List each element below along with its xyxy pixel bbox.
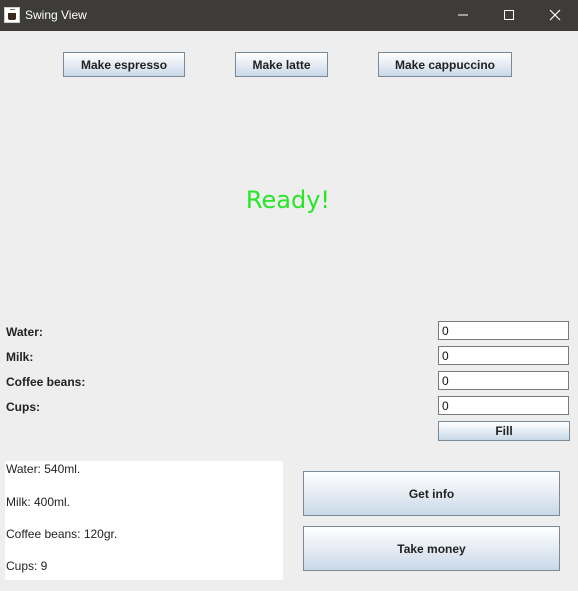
info-milk: Milk: 400ml.: [6, 495, 71, 509]
minimize-icon: [458, 14, 468, 16]
make-latte-button[interactable]: Make latte: [235, 52, 328, 77]
take-money-button[interactable]: Take money: [303, 526, 560, 571]
coffee-app-icon: [4, 7, 20, 23]
make-cappuccino-button[interactable]: Make cappuccino: [378, 52, 512, 77]
info-coffee-beans: Coffee beans: 120gr.: [6, 527, 118, 541]
cups-label: Cups:: [6, 400, 40, 414]
info-water: Water: 540ml.: [6, 462, 81, 476]
window-title: Swing View: [25, 8, 87, 22]
coffee-beans-label: Coffee beans:: [6, 375, 86, 389]
close-icon: [549, 9, 561, 21]
cups-input[interactable]: [438, 396, 569, 415]
milk-input[interactable]: [438, 346, 569, 365]
title-bar: Swing View: [0, 0, 578, 31]
get-info-button[interactable]: Get info: [303, 471, 560, 516]
maximize-icon: [504, 10, 514, 20]
resource-info-panel: Water: 540ml. Milk: 400ml. Coffee beans:…: [5, 461, 283, 580]
status-message: Ready!: [245, 186, 331, 214]
fill-button[interactable]: Fill: [438, 421, 570, 441]
coffee-beans-input[interactable]: [438, 371, 569, 390]
close-button[interactable]: [532, 0, 578, 31]
water-input[interactable]: [438, 321, 569, 340]
milk-label: Milk:: [6, 350, 34, 364]
water-label: Water:: [6, 325, 43, 339]
make-espresso-button[interactable]: Make espresso: [63, 52, 185, 77]
minimize-button[interactable]: [440, 0, 486, 31]
maximize-button[interactable]: [486, 0, 532, 31]
info-cups: Cups: 9: [6, 559, 48, 573]
